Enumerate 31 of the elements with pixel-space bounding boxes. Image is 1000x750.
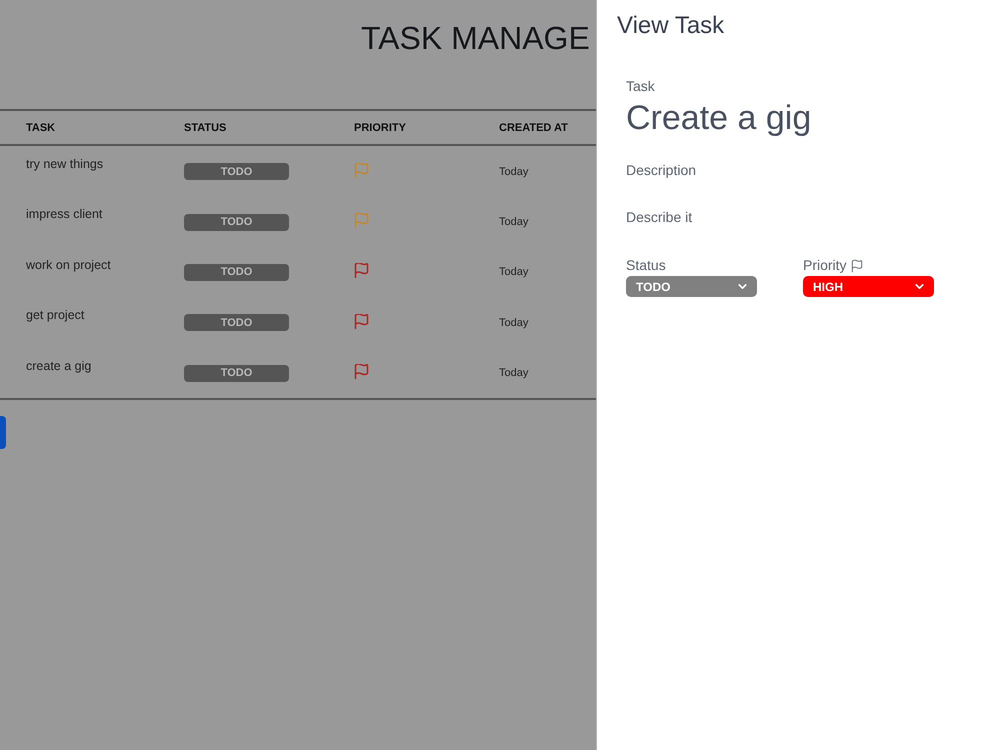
column-header: CREATED AT xyxy=(499,122,568,134)
description-label: Description xyxy=(626,162,696,179)
side-button[interactable] xyxy=(0,416,6,449)
priority-label: Priority xyxy=(803,257,847,274)
task-name: try new things xyxy=(26,157,104,171)
status-select[interactable]: TODO xyxy=(626,276,757,297)
task-name: create a gig xyxy=(26,358,92,373)
task-name: work on project xyxy=(26,258,111,272)
flag-icon xyxy=(850,258,864,272)
status-label: Status xyxy=(626,257,666,274)
page-title: TASK MANAGE xyxy=(361,19,590,57)
status-badge: TODO xyxy=(184,364,289,382)
priority-select[interactable]: HIGH xyxy=(803,276,934,297)
status-badge: TODO xyxy=(184,214,289,231)
task-title: Create a gig xyxy=(626,98,812,138)
created-date: Today xyxy=(499,316,528,329)
task-label: Task xyxy=(626,78,655,95)
column-header: PRIORITY xyxy=(354,122,406,134)
created-date: Today xyxy=(499,216,528,228)
status-badge: TODO xyxy=(184,163,289,180)
task-name: impress client xyxy=(26,207,102,222)
created-date: Today xyxy=(499,266,528,278)
column-header: STATUS xyxy=(184,122,226,134)
created-date: Today xyxy=(499,166,528,178)
status-badge: TODO xyxy=(184,314,289,332)
description-field[interactable]: Describe it xyxy=(626,205,926,229)
created-date: Today xyxy=(499,367,528,380)
panel-title: View Task xyxy=(617,11,724,41)
column-header: TASK xyxy=(26,122,56,134)
status-badge: TODO xyxy=(184,264,289,281)
task-name: get project xyxy=(26,308,84,322)
